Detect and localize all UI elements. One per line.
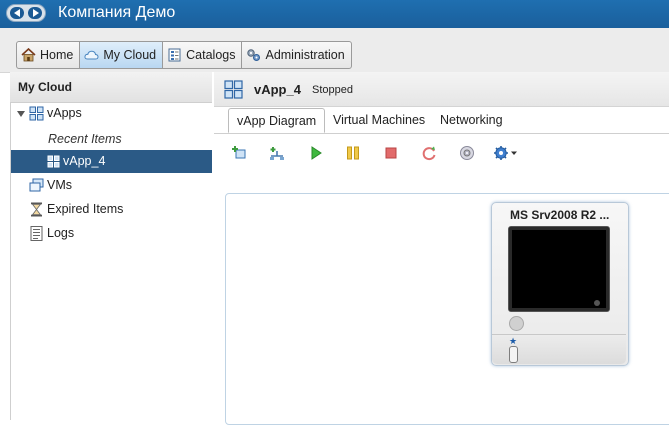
tab-administration[interactable]: Administration — [242, 42, 350, 68]
sidebar-item-expired-items-label: Expired Items — [47, 202, 124, 216]
vm-console-thumbnail[interactable] — [508, 226, 610, 312]
sidebar-item-logs[interactable]: Logs — [11, 222, 212, 245]
suspend-icon[interactable] — [345, 145, 361, 161]
sidebar-title: My Cloud — [18, 80, 72, 94]
vapp-name: vApp_4 — [254, 82, 301, 97]
sidebar-item-vapp-4-label: vApp_4 — [63, 154, 106, 168]
vapps-icon — [29, 106, 44, 124]
tab-networking[interactable]: Networking — [432, 108, 511, 133]
sidebar-item-vapps[interactable]: vApps — [11, 102, 212, 125]
sidebar-item-vms-label: VMs — [47, 178, 72, 192]
vm-power-led-icon — [594, 300, 600, 306]
expand-arrow-icon[interactable] — [17, 111, 25, 117]
vms-icon — [29, 178, 44, 196]
hourglass-icon — [30, 202, 43, 220]
tab-catalogs-label: Catalogs — [186, 48, 236, 62]
sidebar-item-expired-items[interactable]: Expired Items — [11, 198, 212, 221]
logs-icon — [30, 226, 43, 244]
vm-name: MS Srv2008 R2 ... — [510, 208, 610, 222]
add-network-icon[interactable] — [269, 145, 285, 161]
vm-media-icon — [509, 316, 524, 331]
main-tabs: Home My Cloud Catalogs Administration — [16, 41, 352, 69]
tab-home-label: Home — [40, 48, 74, 62]
tab-vapp-diagram[interactable]: vApp Diagram — [228, 108, 326, 133]
tab-my-cloud-label: My Cloud — [103, 48, 157, 62]
tab-virtual-machines[interactable]: Virtual Machines — [325, 108, 433, 133]
tab-administration-label: Administration — [265, 48, 345, 62]
vapp-status: Stopped — [312, 84, 353, 96]
recent-items-label: Recent Items — [48, 132, 122, 146]
sidebar-item-vapp-4[interactable]: vApp_4 — [11, 150, 212, 173]
sidebar-item-logs-label: Logs — [47, 226, 75, 240]
catalog-icon — [167, 48, 182, 62]
home-icon — [21, 47, 36, 62]
reset-icon[interactable] — [421, 145, 437, 161]
admin-gears-icon — [246, 48, 261, 62]
tab-home[interactable]: Home — [17, 42, 81, 68]
cloud-icon — [84, 48, 99, 62]
vapp-icon — [47, 155, 60, 171]
sidebar-item-vms[interactable]: VMs — [11, 174, 212, 197]
nav-arrows — [6, 4, 46, 22]
sidebar-item-recent-items: Recent Items — [11, 126, 212, 149]
tab-catalogs[interactable]: Catalogs — [163, 42, 243, 68]
power-on-icon[interactable] — [308, 145, 324, 161]
vapp-header-icon — [224, 80, 243, 102]
gear-icon[interactable] — [493, 145, 519, 161]
power-off-icon[interactable] — [383, 145, 399, 161]
nic-connector-icon[interactable] — [509, 346, 518, 363]
tab-my-cloud[interactable]: My Cloud — [80, 42, 164, 68]
add-vm-icon[interactable] — [231, 145, 247, 161]
org-title: Компания Демо — [58, 4, 176, 21]
back-arrow-icon[interactable] — [10, 7, 24, 19]
insert-media-icon[interactable] — [459, 145, 475, 161]
sidebar-item-vapps-label: vApps — [47, 106, 82, 120]
forward-arrow-icon[interactable] — [28, 7, 42, 19]
